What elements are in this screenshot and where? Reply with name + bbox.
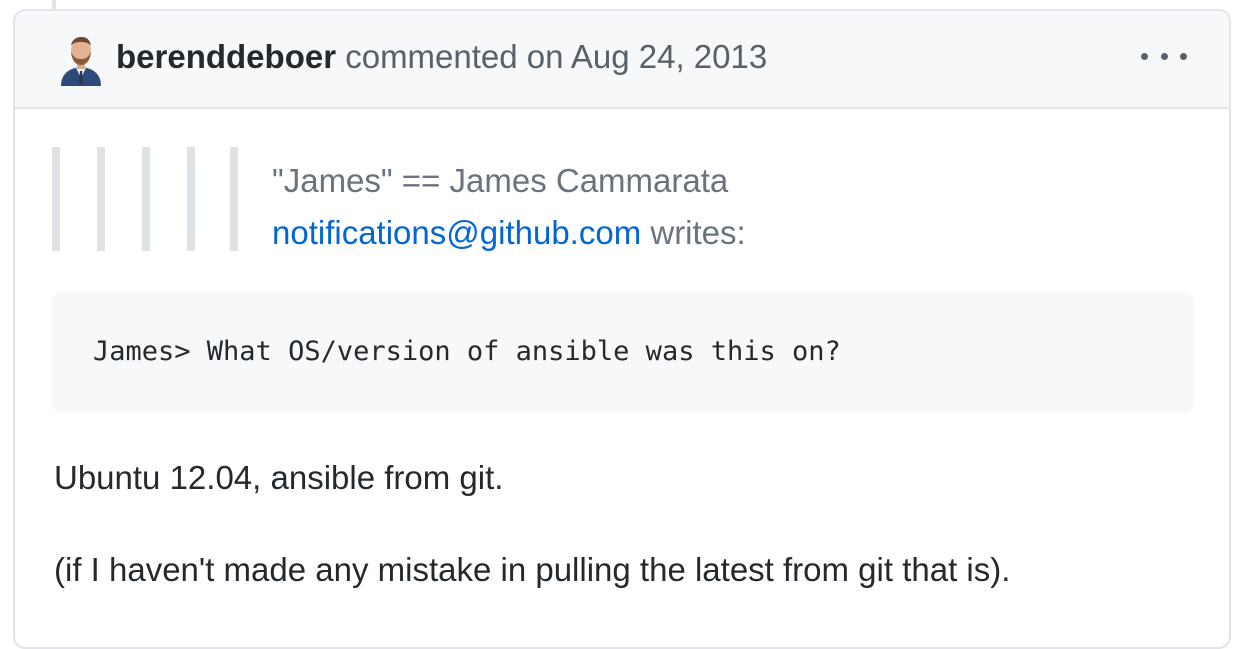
code-block: James> What OS/version of ansible was th… xyxy=(52,292,1194,413)
quote-line: notifications@github.com writes: xyxy=(272,207,746,259)
comment-date[interactable]: Aug 24, 2013 xyxy=(571,38,767,75)
comment-action: commented on xyxy=(345,38,564,75)
quote-bar xyxy=(187,147,195,251)
comment-header-text: berenddeboer commented on Aug 24, 2013 xyxy=(116,37,767,77)
quote-bar xyxy=(97,147,105,251)
quote-writes: writes: xyxy=(650,214,746,251)
kebab-dot xyxy=(1180,52,1187,60)
comment-container: berenddeboer commented on Aug 24, 2013 "… xyxy=(13,9,1231,649)
paragraph: (if I haven't made any mistake in pullin… xyxy=(54,551,1011,588)
quote-bar xyxy=(142,147,150,251)
quote-bar xyxy=(230,147,238,251)
blockquote: "James" == James Cammarata notifications… xyxy=(272,155,746,259)
email-link[interactable]: notifications@github.com xyxy=(272,214,641,251)
paragraph: Ubuntu 12.04, ansible from git. xyxy=(54,459,504,496)
quote-line: "James" == James Cammarata xyxy=(272,162,729,199)
nested-quote-bars xyxy=(52,147,242,251)
comment-header: berenddeboer commented on Aug 24, 2013 xyxy=(15,11,1229,109)
code-text: James> What OS/version of ansible was th… xyxy=(93,336,841,367)
avatar[interactable] xyxy=(59,34,103,86)
kebab-dot xyxy=(1160,52,1168,60)
more-options-button[interactable] xyxy=(1141,41,1187,71)
user-avatar-icon xyxy=(61,37,101,86)
quote-bar xyxy=(52,147,60,251)
author-link[interactable]: berenddeboer xyxy=(116,38,336,75)
kebab-horizontal-icon xyxy=(1141,52,1148,60)
